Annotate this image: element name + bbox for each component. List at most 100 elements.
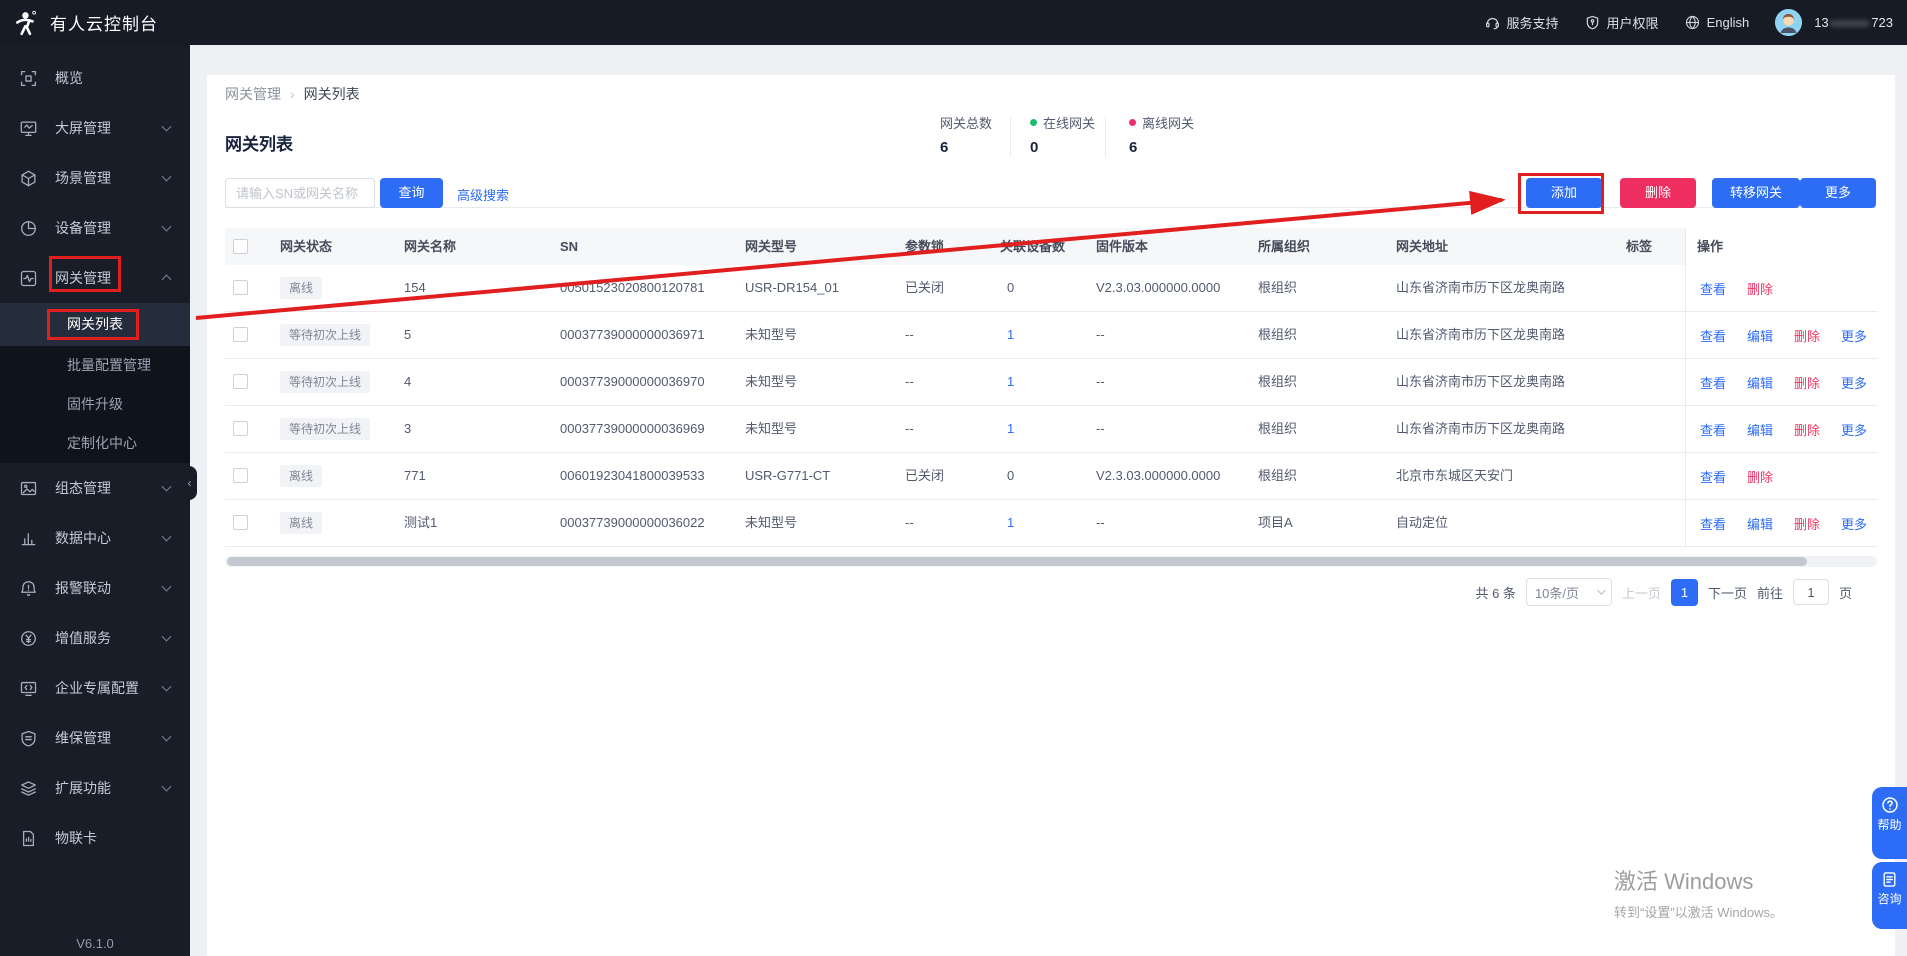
organization: 根组织	[1258, 421, 1298, 436]
op-link[interactable]: 更多	[1841, 373, 1867, 392]
gateway-table: 网关状态 网关名称 SN 网关型号 参数锁 关联设备数 固件版本 所属组织 网关地址 标签 操作 离…	[225, 228, 1877, 547]
next-page-button[interactable]: 下一页	[1708, 583, 1747, 602]
sidebar-item-scene[interactable]: 场景管理	[0, 153, 190, 203]
page-number-1[interactable]: 1	[1670, 578, 1698, 606]
op-link[interactable]: 删除	[1747, 279, 1773, 298]
more-button[interactable]: 更多	[1800, 178, 1876, 208]
linked-device-count[interactable]: 1	[1007, 359, 1014, 405]
transfer-gateway-button[interactable]: 转移网关	[1712, 178, 1800, 208]
op-link[interactable]: 更多	[1841, 420, 1867, 439]
sidebar-item-label: 维保管理	[55, 730, 111, 746]
user-phone[interactable]: 13 ●●●●●● 723	[1814, 15, 1893, 30]
user-permission-item[interactable]: 用户权限	[1585, 13, 1659, 32]
globe-icon	[1685, 15, 1700, 30]
linked-device-count[interactable]: 1	[1007, 406, 1014, 452]
gateway-address: 自动定位	[1396, 515, 1449, 530]
row-checkbox[interactable]	[233, 374, 248, 389]
op-link[interactable]: 查看	[1700, 467, 1726, 486]
column-header: 关联设备数	[1000, 239, 1066, 254]
sidebar-subitem[interactable]: 网关列表	[0, 303, 190, 346]
chevron-down-icon	[161, 731, 172, 742]
op-link[interactable]: 编辑	[1747, 420, 1773, 439]
row-checkbox[interactable]	[233, 327, 248, 342]
sidebar-item-hmi[interactable]: 组态管理	[0, 463, 190, 513]
op-link[interactable]: 查看	[1700, 420, 1726, 439]
sidebar-item-data[interactable]: 数据中心	[0, 513, 190, 563]
row-checkbox[interactable]	[233, 280, 248, 295]
search-button[interactable]: 查询	[380, 178, 443, 208]
sidebar-item-alarm[interactable]: 报警联动	[0, 563, 190, 613]
op-link[interactable]: 更多	[1841, 514, 1867, 533]
phone-masked: ●●●●●●	[1830, 17, 1870, 28]
stat-online-value: 0	[1030, 139, 1039, 156]
linked-device-count[interactable]: 1	[1007, 312, 1014, 358]
op-link[interactable]: 查看	[1700, 279, 1726, 298]
breadcrumb: 网关管理 › 网关列表	[225, 84, 360, 104]
select-all-checkbox[interactable]	[233, 239, 248, 254]
avatar[interactable]	[1775, 9, 1803, 36]
breadcrumb-separator: ›	[290, 86, 295, 102]
linked-device-count[interactable]: 1	[1007, 500, 1014, 546]
sidebar-subitem[interactable]: 批量配置管理	[0, 346, 190, 385]
sidebar-subitem[interactable]: 固件升级	[0, 385, 190, 424]
sidebar-item-device[interactable]: 设备管理	[0, 203, 190, 253]
op-link[interactable]: 查看	[1700, 373, 1726, 392]
sidebar-item-enterprise[interactable]: 企业专属配置	[0, 663, 190, 713]
organization: 根组织	[1258, 280, 1298, 295]
page-size-select[interactable]: 10条/页	[1525, 578, 1612, 606]
row-checkbox[interactable]	[233, 515, 248, 530]
op-link[interactable]: 编辑	[1747, 373, 1773, 392]
delete-button[interactable]: 删除	[1620, 178, 1696, 208]
sidebar-item-screen[interactable]: 大屏管理	[0, 103, 190, 153]
sidebar-item-value-service[interactable]: 增值服务	[0, 613, 190, 663]
chevron-down-icon	[161, 481, 172, 492]
sidebar-item-label: 企业专属配置	[55, 680, 139, 696]
sidebar-item-sim-card[interactable]: 物联卡	[0, 813, 190, 863]
gateway-model: USR-G771-CT	[745, 468, 831, 483]
organization: 项目A	[1258, 515, 1293, 530]
sidebar-subitem[interactable]: 定制化中心	[0, 424, 190, 463]
op-link[interactable]: 删除	[1794, 326, 1820, 345]
sidebar-item-label: 概览	[55, 70, 83, 86]
fixed-column-separator	[1685, 228, 1686, 547]
op-link[interactable]: 删除	[1794, 514, 1820, 533]
op-link[interactable]: 编辑	[1747, 514, 1773, 533]
service-support-item[interactable]: 服务支持	[1485, 13, 1559, 32]
prev-page-button[interactable]: 上一页	[1622, 583, 1661, 602]
op-link[interactable]: 编辑	[1747, 326, 1773, 345]
chevron-down-icon	[1597, 586, 1606, 595]
goto-page-input[interactable]	[1792, 579, 1829, 605]
sidebar-collapse-toggle[interactable]: ‹	[182, 466, 197, 500]
help-float-button[interactable]: 帮助	[1872, 787, 1907, 859]
param-lock: --	[905, 374, 914, 389]
sidebar-item-maintenance[interactable]: 维保管理	[0, 713, 190, 763]
language-item[interactable]: English	[1685, 15, 1749, 30]
stat-online-gateways: 在线网关 0	[1030, 113, 1095, 156]
consult-float-button[interactable]: 咨询	[1872, 862, 1907, 929]
op-link[interactable]: 查看	[1700, 326, 1726, 345]
pagination-total: 共 6 条	[1475, 585, 1516, 601]
horizontal-scrollbar-thumb[interactable]	[227, 557, 1807, 566]
row-checkbox[interactable]	[233, 468, 248, 483]
op-link[interactable]: 删除	[1794, 373, 1820, 392]
search-input[interactable]	[225, 178, 375, 208]
stat-divider	[1010, 117, 1011, 157]
op-link[interactable]: 删除	[1747, 467, 1773, 486]
add-button[interactable]: 添加	[1526, 178, 1602, 208]
op-link[interactable]: 更多	[1841, 326, 1867, 345]
status-badge: 离线	[280, 512, 323, 534]
linked-device-count: 0	[1007, 468, 1015, 483]
gateway-name: 771	[404, 468, 426, 483]
table-row: 等待初次上线 5 00037739000000036971 未知型号 -- 1 -- 根组织 山…	[225, 312, 1877, 359]
breadcrumb-parent[interactable]: 网关管理	[225, 84, 281, 104]
phone-suffix: 723	[1871, 15, 1893, 30]
help-label: 帮助	[1877, 818, 1902, 832]
advanced-search-link[interactable]: 高级搜索	[457, 185, 509, 204]
op-link[interactable]: 查看	[1700, 514, 1726, 533]
sidebar-item-gateway[interactable]: 网关管理	[0, 253, 190, 303]
op-link[interactable]: 删除	[1794, 420, 1820, 439]
row-checkbox[interactable]	[233, 421, 248, 436]
sidebar-item-extension[interactable]: 扩展功能	[0, 763, 190, 813]
firmware-version: --	[1096, 374, 1105, 389]
sidebar-item-overview[interactable]: 概览	[0, 53, 190, 103]
